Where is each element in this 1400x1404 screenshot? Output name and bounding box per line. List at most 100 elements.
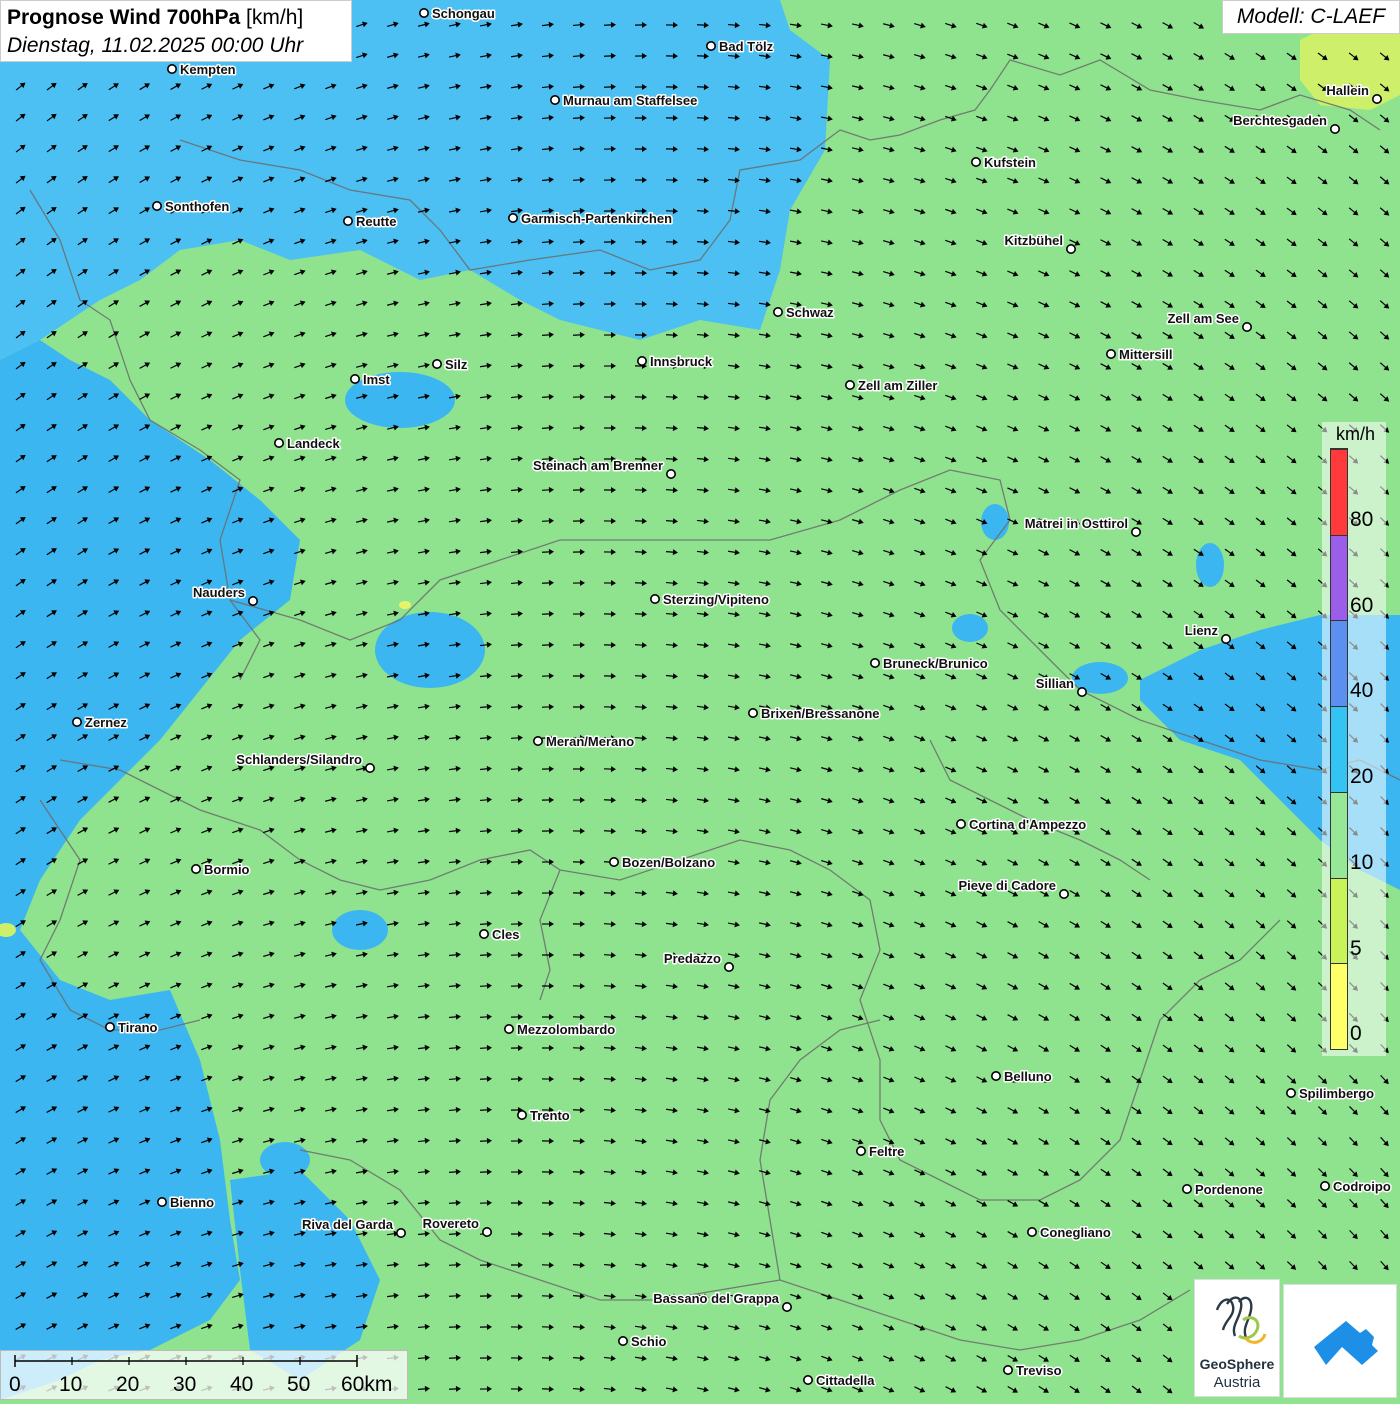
city-dot xyxy=(1060,890,1068,898)
city-label: Schwaz xyxy=(786,305,834,320)
city-dot xyxy=(725,963,733,971)
city-label: Treviso xyxy=(1016,1363,1062,1378)
city-marker[interactable]: Sonthofen xyxy=(153,199,230,214)
legend-segment xyxy=(1331,878,1347,964)
model-label: Modell: C-LAEF xyxy=(1222,0,1400,34)
color-legend: km/h 806040201050 xyxy=(1322,422,1386,1056)
city-dot xyxy=(433,360,441,368)
city-dot xyxy=(749,709,757,717)
weather-app-logo[interactable] xyxy=(1283,1284,1397,1398)
city-label: Sonthofen xyxy=(165,199,229,214)
city-label: Zernez xyxy=(85,715,127,730)
map-title-main: Prognose Wind 700hPa xyxy=(7,6,240,29)
geosphere-country: Austria xyxy=(1195,1374,1279,1391)
city-label: Kitzbühel xyxy=(1005,233,1064,248)
city-label: Schio xyxy=(631,1334,666,1349)
city-dot xyxy=(551,96,559,104)
city-marker[interactable]: Pordenone xyxy=(1183,1182,1263,1197)
city-label: Cles xyxy=(492,927,519,942)
scale-label: 30 xyxy=(173,1373,196,1397)
city-dot xyxy=(480,930,488,938)
city-dot xyxy=(420,9,428,17)
city-dot xyxy=(1222,635,1230,643)
geosphere-name: GeoSphere xyxy=(1195,1356,1279,1372)
city-label: Landeck xyxy=(287,436,341,451)
city-label: Bad Tölz xyxy=(719,39,774,54)
scale-label: 50 xyxy=(287,1373,310,1397)
city-label: Feltre xyxy=(869,1144,904,1159)
city-dot xyxy=(992,1072,1000,1080)
city-label: Tirano xyxy=(118,1020,158,1035)
scale-label: 20 xyxy=(116,1373,139,1397)
forecast-date: Dienstag, 11.02.2025 00:00 Uhr xyxy=(7,32,345,60)
city-label: Rovereto xyxy=(423,1216,479,1231)
legend-tick-label: 80 xyxy=(1350,508,1373,532)
city-label: Berchtesgaden xyxy=(1233,113,1327,128)
city-marker[interactable]: Meran/Merano xyxy=(534,734,634,749)
city-label: Matrei in Osttirol xyxy=(1025,516,1128,531)
city-marker[interactable]: Murnau am Staffelsee xyxy=(551,93,698,108)
city-marker[interactable]: Sterzing/Vipiteno xyxy=(651,592,769,607)
city-label: Imst xyxy=(363,372,390,387)
legend-segment xyxy=(1331,963,1347,1049)
legend-tick-label: 60 xyxy=(1350,594,1373,618)
scale-bar: 0 10 20 30 40 50 60km xyxy=(0,1350,408,1400)
city-label: Pordenone xyxy=(1195,1182,1263,1197)
map-title: Prognose Wind 700hPa [km/h] xyxy=(7,4,345,32)
city-dot xyxy=(1321,1182,1329,1190)
city-label: Silz xyxy=(445,357,468,372)
wind-map: SchongauBad TölzKemptenMurnau am Staffel… xyxy=(0,0,1400,1400)
city-label: Zell am See xyxy=(1167,311,1239,326)
city-marker[interactable]: Mezzolombardo xyxy=(505,1022,615,1037)
legend-color-bar xyxy=(1330,448,1348,1050)
city-label: Bruneck/Brunico xyxy=(883,656,988,671)
city-label: Brixen/Bressanone xyxy=(761,706,880,721)
city-marker[interactable]: Innsbruck xyxy=(638,354,713,369)
city-dot xyxy=(619,1337,627,1345)
city-dot xyxy=(774,308,782,316)
geosphere-logo[interactable]: GeoSphere Austria xyxy=(1194,1279,1280,1397)
legend-segment xyxy=(1331,792,1347,878)
city-label: Mezzolombardo xyxy=(517,1022,615,1037)
legend-segment xyxy=(1331,449,1347,535)
city-dot xyxy=(1067,245,1075,253)
city-label: Cittadella xyxy=(816,1373,875,1388)
city-label: Mittersill xyxy=(1119,347,1172,362)
map-title-unit: [km/h] xyxy=(240,6,303,29)
city-dot xyxy=(857,1147,865,1155)
city-marker[interactable]: Schongau xyxy=(420,6,495,21)
city-marker[interactable]: Zell am Ziller xyxy=(846,378,938,393)
wind-zone-20-blob xyxy=(1196,543,1224,587)
city-dot xyxy=(1028,1228,1036,1236)
city-label: Predazzo xyxy=(664,951,721,966)
wind-zone-5-spot xyxy=(399,601,411,609)
city-dot xyxy=(344,217,352,225)
city-dot xyxy=(192,865,200,873)
city-dot xyxy=(871,659,879,667)
legend-tick-label: 0 xyxy=(1350,1022,1362,1046)
city-dot xyxy=(651,595,659,603)
city-dot xyxy=(1004,1366,1012,1374)
scale-label: 0 xyxy=(9,1373,21,1397)
scale-label: 10 xyxy=(59,1373,82,1397)
city-marker[interactable]: Cortina d'Ampezzo xyxy=(957,817,1086,832)
legend-unit: km/h xyxy=(1336,424,1375,445)
city-label: Kufstein xyxy=(984,155,1036,170)
city-dot xyxy=(846,381,854,389)
city-label: Conegliano xyxy=(1040,1225,1111,1240)
city-marker[interactable]: Bruneck/Brunico xyxy=(871,656,988,671)
city-label: Bienno xyxy=(170,1195,214,1210)
city-dot xyxy=(957,820,965,828)
city-marker[interactable]: Garmisch-Partenkirchen xyxy=(509,211,672,226)
city-label: Lienz xyxy=(1185,623,1219,638)
legend-tick-label: 5 xyxy=(1350,937,1362,961)
geosphere-emblem-icon xyxy=(1195,1280,1281,1356)
city-dot xyxy=(972,158,980,166)
city-marker[interactable]: Spilimbergo xyxy=(1287,1086,1374,1101)
city-marker[interactable]: Bozen/Bolzano xyxy=(610,855,715,870)
city-label: Trento xyxy=(530,1108,570,1123)
city-label: Pieve di Cadore xyxy=(958,878,1056,893)
city-dot xyxy=(1183,1185,1191,1193)
city-marker[interactable]: Conegliano xyxy=(1028,1225,1111,1240)
city-marker[interactable]: Brixen/Bressanone xyxy=(749,706,880,721)
